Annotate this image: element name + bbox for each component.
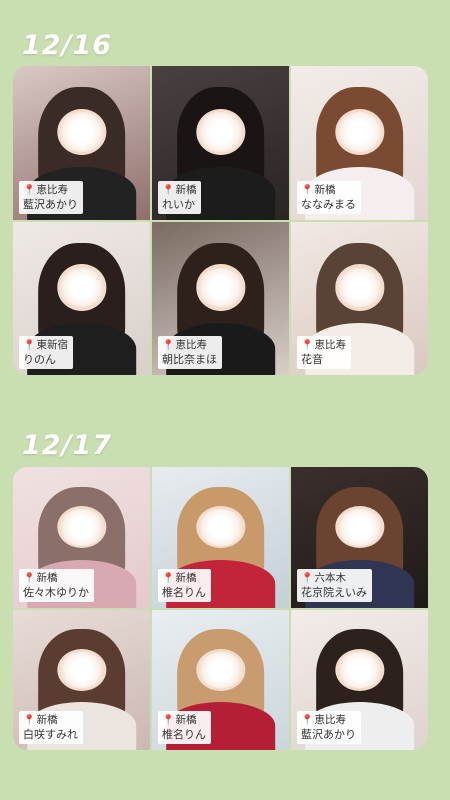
area-text: 新橋 bbox=[175, 714, 197, 726]
location-pin-icon: 📍 bbox=[301, 572, 314, 584]
area-text: 恵比寿 bbox=[175, 339, 207, 351]
face-blur bbox=[58, 651, 105, 689]
location-pin-icon: 📍 bbox=[162, 184, 175, 196]
area-text: 新橋 bbox=[175, 571, 197, 584]
cast-name: 藍沢あかり bbox=[301, 728, 356, 741]
area-text: 六本木 bbox=[314, 571, 346, 584]
area-text: 新橋 bbox=[36, 571, 58, 584]
cast-area: 📍新橋 bbox=[301, 183, 356, 198]
cast-label: 📍新橋 れいか bbox=[158, 180, 202, 214]
cast-card[interactable]: 📍新橋 れいか bbox=[152, 66, 289, 220]
cast-area: 📍新橋 bbox=[23, 571, 89, 586]
location-pin-icon: 📍 bbox=[301, 184, 314, 196]
area-text: 東新宿 bbox=[36, 339, 68, 351]
cast-label: 📍恵比寿 花音 bbox=[297, 336, 351, 369]
cast-card[interactable]: 📍六本木 花京院えいみ bbox=[291, 467, 428, 608]
face-blur bbox=[58, 112, 105, 152]
face-blur bbox=[58, 509, 105, 546]
cast-label: 📍新橋 白咲すみれ bbox=[19, 711, 83, 744]
location-pin-icon: 📍 bbox=[301, 340, 314, 351]
area-text: 恵比寿 bbox=[314, 714, 346, 726]
location-pin-icon: 📍 bbox=[23, 572, 36, 584]
cast-label: 📍新橋 佐々木ゆりか bbox=[19, 568, 94, 602]
cast-area: 📍恵比寿 bbox=[162, 338, 217, 353]
cast-area: 📍新橋 bbox=[162, 571, 206, 586]
date-header-1: 12/16 bbox=[22, 30, 113, 61]
face-blur bbox=[197, 509, 244, 546]
location-pin-icon: 📍 bbox=[23, 184, 36, 196]
cast-card[interactable]: 📍新橋 白咲すみれ bbox=[13, 609, 150, 750]
cast-grid-1: 📍恵比寿 藍沢あかり 📍新橋 れいか 📍新橋 ななみまる 📍東新宿 りのん 📍恵比寿 朝比奈まほ 📍… bbox=[13, 66, 428, 375]
cast-card[interactable]: 📍恵比寿 藍沢あかり bbox=[291, 609, 428, 750]
cast-card[interactable]: 📍恵比寿 藍沢あかり bbox=[13, 66, 150, 220]
location-pin-icon: 📍 bbox=[23, 340, 36, 351]
area-text: 恵比寿 bbox=[314, 339, 346, 351]
cast-label: 📍新橋 ななみまる bbox=[297, 180, 361, 214]
cast-name: 椎名りん bbox=[162, 585, 206, 599]
cast-label: 📍恵比寿 藍沢あかり bbox=[297, 711, 361, 744]
cast-name: 藍沢あかり bbox=[23, 197, 78, 211]
cast-name: れいか bbox=[162, 197, 195, 211]
cast-label: 📍東新宿 りのん bbox=[19, 336, 73, 369]
cast-label: 📍恵比寿 藍沢あかり bbox=[19, 180, 83, 214]
cast-label: 📍新橋 椎名りん bbox=[158, 711, 211, 744]
cast-card[interactable]: 📍新橋 椎名りん bbox=[152, 467, 289, 608]
cast-card[interactable]: 📍東新宿 りのん bbox=[13, 221, 150, 375]
face-blur bbox=[336, 509, 383, 546]
cast-name: 佐々木ゆりか bbox=[23, 585, 89, 599]
face-blur bbox=[336, 267, 383, 308]
cast-area: 📍六本木 bbox=[301, 571, 367, 586]
location-pin-icon: 📍 bbox=[162, 340, 175, 351]
cast-name: 椎名りん bbox=[162, 728, 206, 741]
cast-name: 朝比奈まほ bbox=[162, 353, 217, 366]
cast-label: 📍新橋 椎名りん bbox=[158, 568, 211, 602]
cast-area: 📍新橋 bbox=[23, 713, 78, 728]
face-blur bbox=[336, 112, 383, 152]
area-text: 新橋 bbox=[314, 183, 336, 196]
cast-card[interactable]: 📍新橋 佐々木ゆりか bbox=[13, 467, 150, 608]
location-pin-icon: 📍 bbox=[162, 715, 175, 726]
cast-card[interactable]: 📍新橋 椎名りん bbox=[152, 609, 289, 750]
cast-grid-2: 📍新橋 佐々木ゆりか 📍新橋 椎名りん 📍六本木 花京院えいみ 📍新橋 白咲すみれ 📍新橋 椎名り… bbox=[13, 467, 428, 750]
cast-area: 📍恵比寿 bbox=[301, 338, 346, 353]
cast-label: 📍恵比寿 朝比奈まほ bbox=[158, 336, 222, 369]
face-blur bbox=[197, 651, 244, 689]
face-blur bbox=[336, 651, 383, 689]
cast-area: 📍新橋 bbox=[162, 183, 196, 198]
face-blur bbox=[197, 112, 244, 152]
face-blur bbox=[58, 267, 105, 308]
cast-name: ななみまる bbox=[301, 197, 356, 211]
cast-card[interactable]: 📍恵比寿 花音 bbox=[291, 221, 428, 375]
cast-card[interactable]: 📍恵比寿 朝比奈まほ bbox=[152, 221, 289, 375]
cast-name: りのん bbox=[23, 353, 56, 366]
location-pin-icon: 📍 bbox=[162, 572, 175, 584]
area-text: 恵比寿 bbox=[36, 183, 68, 196]
cast-area: 📍新橋 bbox=[162, 713, 206, 728]
cast-name: 花京院えいみ bbox=[301, 585, 367, 599]
cast-label: 📍六本木 花京院えいみ bbox=[297, 568, 372, 602]
cast-area: 📍恵比寿 bbox=[23, 183, 78, 198]
area-text: 新橋 bbox=[36, 714, 58, 726]
location-pin-icon: 📍 bbox=[23, 715, 36, 726]
area-text: 新橋 bbox=[175, 183, 197, 196]
cast-area: 📍東新宿 bbox=[23, 338, 68, 353]
cast-name: 花音 bbox=[301, 353, 323, 366]
cast-name: 白咲すみれ bbox=[23, 728, 78, 741]
face-blur bbox=[197, 267, 244, 308]
date-header-2: 12/17 bbox=[22, 430, 113, 461]
cast-area: 📍恵比寿 bbox=[301, 713, 356, 728]
cast-card[interactable]: 📍新橋 ななみまる bbox=[291, 66, 428, 220]
location-pin-icon: 📍 bbox=[301, 715, 314, 726]
